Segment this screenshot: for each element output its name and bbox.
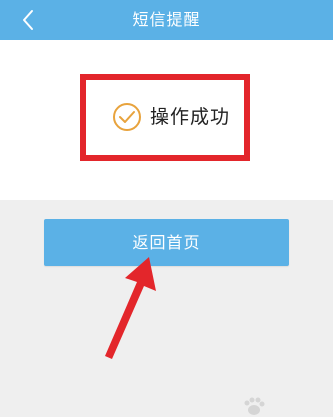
result-panel: 操作成功 — [0, 40, 333, 200]
status-message: 操作成功 — [150, 106, 231, 128]
highlight-box: 操作成功 — [80, 74, 250, 161]
paw-icon — [244, 397, 265, 415]
check-circle-icon — [113, 103, 141, 131]
status-row: 操作成功 — [86, 80, 244, 155]
header-bar: 短信提醒 — [0, 0, 333, 40]
page-title: 短信提醒 — [132, 10, 201, 29]
red-arrow-pointer — [105, 257, 156, 359]
sms-notification-screen: 短信提醒 操作成功 返回首页 — [0, 0, 333, 417]
return-home-button[interactable]: 返回首页 — [44, 219, 289, 266]
